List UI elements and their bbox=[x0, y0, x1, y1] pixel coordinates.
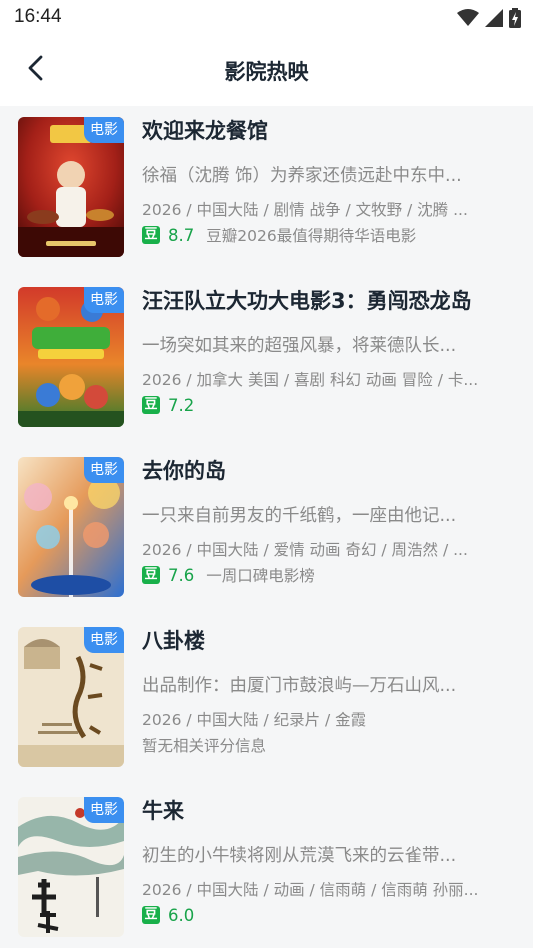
movie-type-badge: 电影 bbox=[84, 627, 124, 653]
movie-meta: 2026 / 中国大陆 / 剧情 战争 / 文牧野 / 沈腾 ... bbox=[142, 201, 468, 219]
movie-meta: 2026 / 中国大陆 / 爱情 动画 奇幻 / 周浩然 / ... bbox=[142, 541, 468, 559]
movie-item[interactable]: 电影 去你的岛 一只来自前男友的千纸鹤，一座由他记... 2026 / 中国大陆… bbox=[0, 446, 533, 616]
rating-row: 暂无相关评分信息 bbox=[142, 734, 516, 756]
status-bar: 16:44 bbox=[0, 0, 533, 36]
movie-title[interactable]: 欢迎来龙餐馆 bbox=[142, 116, 516, 146]
movie-poster[interactable]: 电影 bbox=[18, 287, 124, 427]
movie-synopsis: 出品制作：由厦门市鼓浪屿—万石山风... bbox=[142, 676, 457, 696]
movie-tag: 一周口碑电影榜 bbox=[206, 567, 315, 585]
movie-item[interactable]: 电影 欢迎来龙餐馆 徐福（沈腾 饰）为养家还债远赴中东中... 2026 / 中… bbox=[0, 106, 533, 276]
movie-synopsis: 徐福（沈腾 饰）为养家还债远赴中东中... bbox=[142, 166, 462, 186]
no-rating-text: 暂无相关评分信息 bbox=[142, 737, 267, 755]
movie-poster[interactable]: 电影 bbox=[18, 117, 124, 257]
rating-row: 豆 8.7 豆瓣2026最值得期待华语电影 bbox=[142, 224, 516, 246]
rating-row: 豆 7.2 bbox=[142, 394, 516, 416]
movie-synopsis: 初生的小牛犊将刚从荒漠飞来的云雀带... bbox=[142, 846, 457, 866]
movie-score: 8.7 bbox=[168, 225, 195, 245]
douban-icon: 豆 bbox=[142, 566, 160, 584]
movie-type-badge: 电影 bbox=[84, 797, 124, 823]
movie-synopsis: 一场突如其来的超强风暴，将莱德队长... bbox=[142, 336, 457, 356]
movie-poster[interactable]: 电影 bbox=[18, 457, 124, 597]
status-icons bbox=[457, 8, 521, 32]
movie-synopsis: 一只来自前男友的千纸鹤，一座由他记... bbox=[142, 506, 457, 526]
battery-charging-icon bbox=[509, 8, 521, 32]
page-title: 影院热映 bbox=[224, 60, 309, 84]
wifi-icon bbox=[457, 9, 479, 31]
movie-list[interactable]: 电影 欢迎来龙餐馆 徐福（沈腾 饰）为养家还债远赴中东中... 2026 / 中… bbox=[0, 106, 533, 948]
movie-item[interactable]: 电影 牛来 初生的小牛犊将刚从荒漠飞来的云雀带... 2026 / 中国大陆 /… bbox=[0, 786, 533, 948]
douban-icon: 豆 bbox=[142, 396, 160, 414]
movie-meta: 2026 / 中国大陆 / 纪录片 / 金霞 bbox=[142, 711, 367, 729]
rating-row: 豆 7.6 一周口碑电影榜 bbox=[142, 564, 516, 586]
movie-poster[interactable]: 电影 bbox=[18, 797, 124, 937]
movie-score: 6.0 bbox=[168, 905, 195, 925]
movie-poster[interactable]: 电影 bbox=[18, 627, 124, 767]
app-bar: 影院热映 bbox=[0, 36, 533, 106]
status-time: 16:44 bbox=[14, 6, 62, 27]
movie-title[interactable]: 去你的岛 bbox=[142, 456, 516, 486]
rating-row: 豆 6.0 bbox=[142, 904, 516, 926]
movie-score: 7.2 bbox=[168, 395, 195, 415]
signal-icon bbox=[485, 9, 503, 31]
movie-title[interactable]: 牛来 bbox=[142, 796, 516, 826]
movie-title[interactable]: 汪汪队立大功大电影3：勇闯恐龙岛 bbox=[142, 286, 516, 316]
movie-meta: 2026 / 中国大陆 / 动画 / 信雨萌 / 信雨萌 孙丽... bbox=[142, 881, 479, 899]
douban-icon: 豆 bbox=[142, 906, 160, 924]
movie-type-badge: 电影 bbox=[84, 287, 124, 313]
movie-score: 7.6 bbox=[168, 565, 195, 585]
movie-type-badge: 电影 bbox=[84, 117, 124, 143]
douban-icon: 豆 bbox=[142, 226, 160, 244]
movie-type-badge: 电影 bbox=[84, 457, 124, 483]
movie-item[interactable]: 电影 八卦楼 出品制作：由厦门市鼓浪屿—万石山风... 2026 / 中国大陆 … bbox=[0, 616, 533, 786]
movie-item[interactable]: 电影 汪汪队立大功大电影3：勇闯恐龙岛 一场突如其来的超强风暴，将莱德队长...… bbox=[0, 276, 533, 446]
movie-meta: 2026 / 加拿大 美国 / 喜剧 科幻 动画 冒险 / 卡... bbox=[142, 371, 479, 389]
movie-tag: 豆瓣2026最值得期待华语电影 bbox=[206, 227, 417, 245]
movie-title[interactable]: 八卦楼 bbox=[142, 626, 516, 656]
